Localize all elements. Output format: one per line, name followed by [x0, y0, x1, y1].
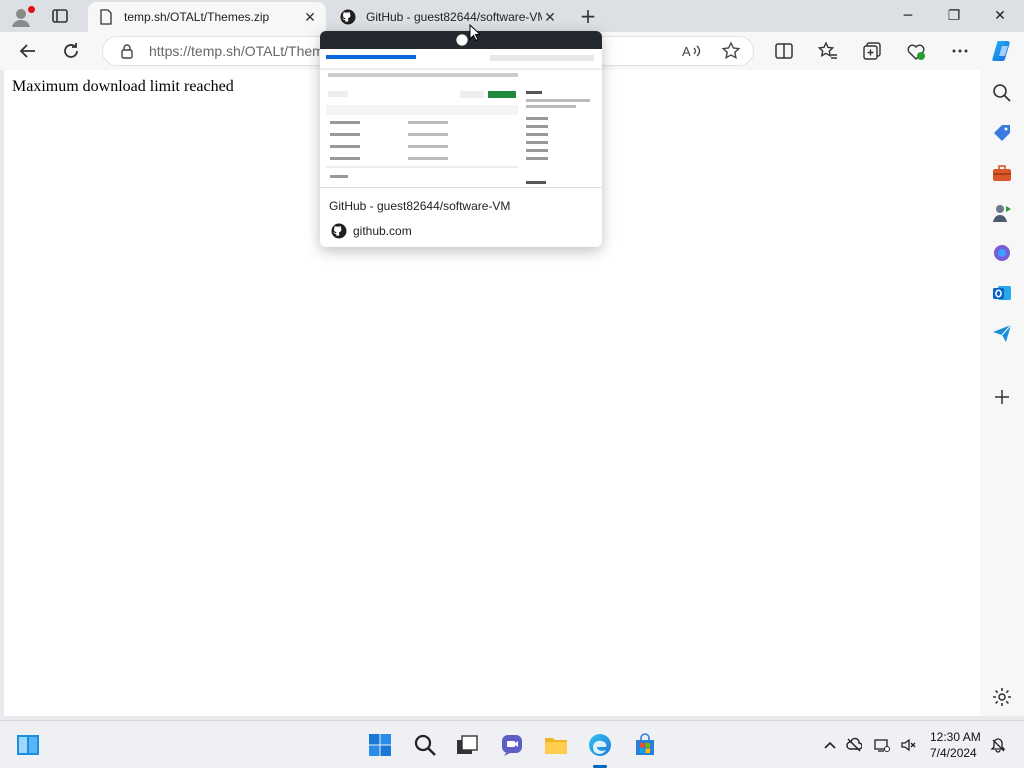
collections-icon[interactable]	[861, 40, 883, 62]
lock-icon[interactable]	[119, 43, 135, 59]
add-icon[interactable]	[991, 386, 1013, 408]
hover-card-domain: github.com	[353, 224, 412, 238]
notification-dot	[28, 6, 35, 13]
new-tab-button[interactable]: +	[578, 6, 598, 26]
mouse-cursor-icon	[469, 24, 481, 42]
tab-github[interactable]: GitHub - guest82644/software-VM ✕	[330, 2, 566, 32]
repo-preview-graphic	[320, 55, 602, 184]
close-window-button[interactable]: ✕	[990, 6, 1010, 26]
tools-icon[interactable]	[991, 162, 1013, 184]
back-icon[interactable]	[17, 40, 39, 62]
page-preview-thumbnail	[320, 31, 602, 188]
clock-time: 12:30 AM	[930, 730, 981, 744]
tab-hover-card: GitHub - guest82644/software-VM github.c…	[320, 31, 602, 247]
taskbar: 12:30 AM 7/4/2024	[0, 720, 1024, 768]
microsoft-365-icon[interactable]	[991, 242, 1013, 264]
system-clock[interactable]: 12:30 AM 7/4/2024	[930, 729, 981, 761]
close-tab-icon[interactable]: ✕	[542, 9, 558, 25]
copilot-icon[interactable]	[990, 38, 1016, 64]
widgets-icon[interactable]	[16, 733, 40, 757]
favorites-icon[interactable]	[817, 40, 839, 62]
error-message: Maximum download limit reached	[12, 78, 234, 95]
onedrive-offline-icon[interactable]	[846, 737, 862, 753]
file-explorer-icon[interactable]	[544, 733, 568, 757]
tab-actions-icon[interactable]	[50, 6, 70, 26]
tab-title: temp.sh/OTALt/Themes.zip	[124, 10, 270, 24]
send-icon[interactable]	[991, 322, 1013, 344]
games-icon[interactable]	[991, 202, 1013, 224]
favorite-star-icon[interactable]	[720, 40, 742, 62]
search-icon[interactable]	[991, 82, 1013, 104]
github-icon	[340, 9, 356, 25]
tab-strip: temp.sh/OTALt/Themes.zip ✕ GitHub - gues…	[0, 0, 1024, 32]
tab-title: GitHub - guest82644/software-VM	[366, 10, 542, 24]
more-options-icon[interactable]	[949, 40, 971, 62]
hover-card-title: GitHub - guest82644/software-VM	[329, 199, 511, 213]
browser-essentials-icon[interactable]	[905, 40, 927, 62]
chat-icon[interactable]	[500, 733, 524, 757]
edge-sidebar	[980, 70, 1024, 716]
search-icon[interactable]	[413, 733, 437, 757]
notification-bell-icon[interactable]	[990, 737, 1006, 753]
microsoft-store-icon[interactable]	[633, 733, 657, 757]
volume-muted-icon[interactable]	[900, 737, 916, 753]
refresh-icon[interactable]	[60, 40, 82, 62]
edge-browser-icon[interactable]	[588, 733, 612, 757]
clock-date: 7/4/2024	[930, 746, 977, 760]
svg-text:A: A	[682, 44, 691, 59]
settings-gear-icon[interactable]	[991, 686, 1013, 708]
github-icon	[331, 223, 347, 239]
github-icon	[456, 34, 468, 46]
outlook-icon[interactable]	[991, 282, 1013, 304]
minimize-button[interactable]: ─	[898, 6, 918, 26]
start-windows-icon[interactable]	[368, 733, 392, 757]
restore-button[interactable]: ❐	[944, 6, 964, 26]
read-aloud-icon[interactable]: A	[680, 40, 702, 62]
split-screen-icon[interactable]	[773, 40, 795, 62]
tab-themes-zip[interactable]: temp.sh/OTALt/Themes.zip ✕	[88, 2, 326, 32]
network-icon[interactable]	[874, 737, 890, 753]
task-view-icon[interactable]	[455, 733, 479, 757]
close-tab-icon[interactable]: ✕	[302, 9, 318, 25]
shopping-tag-icon[interactable]	[991, 122, 1013, 144]
page-icon	[100, 9, 112, 25]
chevron-up-icon[interactable]	[822, 737, 838, 753]
